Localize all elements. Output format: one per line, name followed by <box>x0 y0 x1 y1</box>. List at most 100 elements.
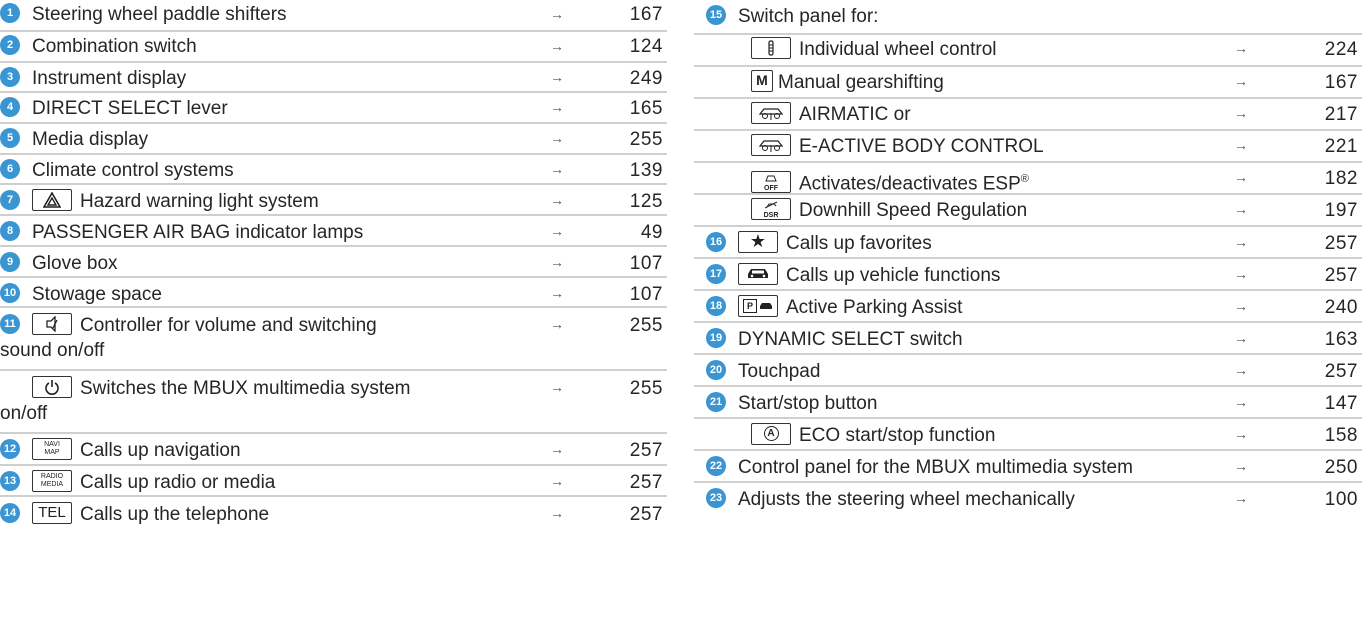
item-label: Manual gearshifting <box>778 72 944 93</box>
item-number-badge: 12 <box>0 439 20 460</box>
arrow-icon: → <box>1234 137 1248 153</box>
page-number: 255 <box>629 378 663 400</box>
arrow-icon: → <box>550 472 564 489</box>
page-number: 182 <box>1324 168 1358 189</box>
item-number-badge: 21 <box>706 392 726 412</box>
item-label: Active Parking Assist <box>786 297 963 318</box>
left-index-column: 1 Steering wheel paddle shifters → 167 2… <box>0 0 667 525</box>
item-label: Instrument display <box>32 67 187 89</box>
item-label: Glove box <box>32 252 118 274</box>
page-number: 257 <box>629 471 663 493</box>
star-icon: ★ <box>738 230 778 253</box>
index-row: 17 Calls up vehicle functions → 257 <box>694 259 1362 291</box>
item-number-badge: 10 <box>0 282 20 303</box>
item-label: Activates/deactivates ESP <box>799 173 1021 195</box>
index-row: Switches the MBUX multimedia system on/o… <box>0 371 667 435</box>
parking-icon: P <box>738 294 778 317</box>
item-number-badge: 19 <box>706 328 726 348</box>
arrow-icon: → <box>550 316 564 333</box>
index-row: E-ACTIVE BODY CONTROL → 221 <box>694 131 1362 163</box>
wheel-control-icon <box>751 36 791 59</box>
index-row: 22 Control panel for the MBUX multimedia… <box>694 451 1362 483</box>
arrow-icon: → <box>1234 362 1248 378</box>
dsr-icon: DSR <box>751 197 791 220</box>
item-number-badge: 9 <box>0 251 20 272</box>
page-number: 125 <box>629 191 663 213</box>
arrow-icon: → <box>1234 73 1248 89</box>
page-number: 255 <box>629 315 663 337</box>
item-number-badge: 14 <box>0 503 20 524</box>
page-number: 257 <box>1324 265 1358 286</box>
arrow-icon: → <box>1234 266 1248 282</box>
index-row: M Manual gearshifting → 167 <box>694 67 1362 99</box>
page-number: 124 <box>629 36 663 57</box>
index-row: 18 P Active Parking Assist → 240 <box>694 291 1362 323</box>
arrow-icon: → <box>550 441 564 458</box>
page-number: 49 <box>640 222 663 244</box>
eco-icon: A <box>751 422 791 445</box>
power-icon <box>32 376 72 399</box>
navi-map-key: NAVI MAP <box>32 438 72 461</box>
item-number-badge: 23 <box>706 488 726 508</box>
item-number-badge: 22 <box>706 456 726 476</box>
page-number: 224 <box>1324 39 1358 60</box>
radio-media-key: RADIO MEDIA <box>32 469 72 492</box>
item-label: Media display <box>32 129 149 151</box>
item-label: Controller for volume and switching <box>80 315 377 337</box>
page-number: 257 <box>629 504 663 526</box>
car-icon <box>738 262 778 285</box>
index-row: 16 ★ Calls up favorites → 257 <box>694 227 1362 259</box>
index-row: 11 Controller for volume and switching s… <box>0 308 667 372</box>
index-row: Individual wheel control → 224 <box>694 35 1362 67</box>
arrow-icon: → <box>550 160 564 177</box>
arrow-icon: → <box>550 192 564 209</box>
item-label: Calls up navigation <box>80 440 241 462</box>
page-number: 240 <box>1324 297 1358 318</box>
page-number: 100 <box>1324 489 1358 510</box>
item-label: ECO start/stop function <box>799 425 996 446</box>
item-label: Calls up favorites <box>786 233 932 254</box>
arrow-icon: → <box>1234 490 1248 506</box>
index-row: 5 Media display → 255 <box>0 124 667 155</box>
arrow-icon: → <box>1234 426 1248 442</box>
item-label: Individual wheel control <box>799 39 997 60</box>
item-number-badge: 1 <box>0 3 20 23</box>
arrow-icon: → <box>550 505 564 522</box>
suspension-icon <box>751 133 791 156</box>
page-number: 107 <box>629 283 663 305</box>
esp-off-icon: OFF <box>751 171 791 194</box>
item-label: Start/stop button <box>738 393 878 414</box>
item-number-badge: 20 <box>706 360 726 380</box>
arrow-icon: → <box>550 253 564 270</box>
index-row: 13 RADIO MEDIA Calls up radio or media → 2… <box>0 466 667 498</box>
page-number: 165 <box>629 98 663 120</box>
index-row: A ECO start/stop function → 158 <box>694 419 1362 451</box>
page-number: 257 <box>629 440 663 462</box>
index-row: 19 DYNAMIC SELECT switch → 163 <box>694 323 1362 355</box>
index-row: 15 Switch panel for: <box>694 0 1362 35</box>
item-label: DIRECT SELECT lever <box>32 98 228 120</box>
arrow-icon: → <box>1234 105 1248 121</box>
suspension-icon <box>751 101 791 124</box>
item-number-badge: 4 <box>0 97 20 118</box>
index-row: 7 Hazard warning light system → 125 <box>0 185 667 217</box>
index-row: 6 Climate control systems → 139 <box>0 155 667 186</box>
item-label: AIRMATIC or <box>799 104 911 125</box>
arrow-icon: → <box>1234 201 1248 217</box>
tel-key: TEL <box>32 502 72 525</box>
arrow-icon: → <box>1234 169 1248 185</box>
item-label: Combination switch <box>32 36 197 57</box>
page-number: 167 <box>629 4 663 25</box>
page-number: 139 <box>629 159 663 181</box>
item-label: Switch panel for: <box>738 6 879 27</box>
item-label: Stowage space <box>32 283 162 305</box>
page-number: 257 <box>1324 233 1358 254</box>
page-number: 163 <box>1324 329 1358 350</box>
page-number: 255 <box>629 129 663 151</box>
arrow-icon: → <box>550 284 564 301</box>
index-row: 4 DIRECT SELECT lever → 165 <box>0 93 667 125</box>
arrow-icon: → <box>1234 394 1248 410</box>
arrow-icon: → <box>550 99 564 116</box>
item-number-badge: 6 <box>0 158 20 179</box>
registered-mark: ® <box>1020 173 1029 185</box>
